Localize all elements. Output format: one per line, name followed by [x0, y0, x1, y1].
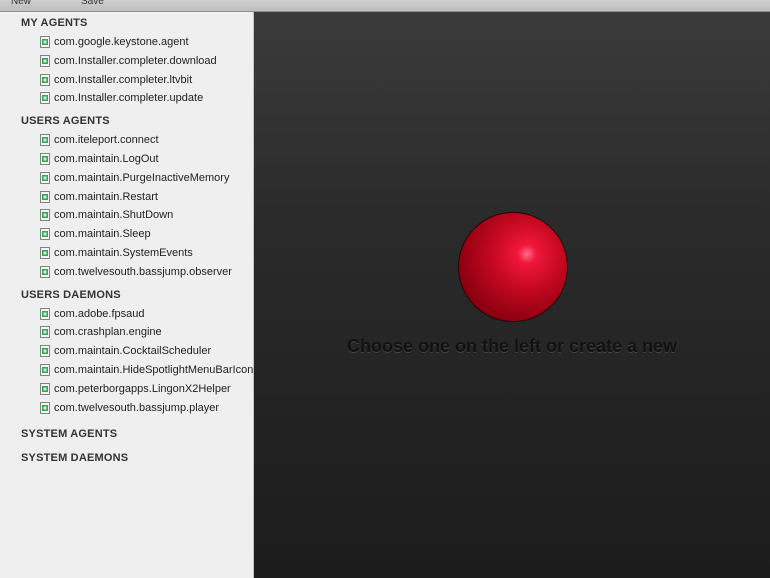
- list-item[interactable]: com.Installer.completer.download: [0, 52, 253, 71]
- plist-file-icon: [40, 345, 50, 358]
- item-label: com.maintain.PurgeInactiveMemory: [54, 171, 230, 184]
- item-label: com.Installer.completer.download: [54, 54, 217, 67]
- item-label: com.maintain.CocktailScheduler: [54, 345, 212, 358]
- plist-file-icon: [40, 382, 50, 395]
- list-item[interactable]: com.Installer.completer.update: [0, 89, 253, 108]
- item-label: com.adobe.fpsaud: [54, 307, 145, 320]
- section-users-daemons: USERS DAEMONS com.adobe.fpsaud com.crash…: [0, 289, 253, 418]
- list-item[interactable]: com.twelvesouth.bassjump.player: [0, 399, 253, 418]
- list-item[interactable]: com.maintain.ShutDown: [0, 206, 253, 225]
- plist-file-icon: [40, 401, 50, 414]
- main-panel: Choose one on the left or create a new: [254, 12, 770, 578]
- item-label: com.maintain.ShutDown: [54, 209, 174, 222]
- item-label: com.iteleport.connect: [54, 134, 159, 147]
- list-item[interactable]: com.maintain.LogOut: [0, 150, 253, 169]
- plist-file-icon: [40, 36, 50, 48]
- plist-file-icon: [40, 265, 50, 278]
- red-sphere-icon: [459, 213, 567, 321]
- section-title: MY AGENTS: [21, 17, 88, 29]
- plist-file-icon: [40, 73, 50, 86]
- plist-file-icon: [40, 307, 50, 320]
- section-users-agents: USERS AGENTS com.iteleport.connect com.m…: [0, 115, 253, 281]
- section-title: USERS AGENTS: [21, 115, 110, 128]
- plist-file-icon: [40, 54, 50, 67]
- item-label: com.maintain.HideSpotlightMenuBarIcon: [54, 363, 254, 376]
- list-item[interactable]: com.maintain.Sleep: [0, 225, 253, 244]
- item-label: com.crashplan.engine: [54, 326, 162, 339]
- plist-file-icon: [40, 152, 50, 165]
- plist-file-icon: [40, 326, 50, 339]
- item-label: com.maintain.Restart: [54, 190, 158, 203]
- list-item[interactable]: com.crashplan.engine: [0, 323, 253, 342]
- plist-file-icon: [40, 363, 50, 376]
- item-label: com.twelvesouth.bassjump.player: [54, 401, 220, 414]
- item-label: com.peterborgapps.LingonX2Helper: [54, 382, 231, 395]
- list-item[interactable]: com.maintain.Restart: [0, 188, 253, 207]
- section-title: USERS DAEMONS: [21, 288, 121, 301]
- section-my-agents: MY AGENTS com.google.keystone.agent com.…: [0, 17, 253, 108]
- list-item[interactable]: com.maintain.SystemEvents: [0, 244, 253, 263]
- item-label: com.maintain.Sleep: [54, 228, 151, 241]
- section-title: SYSTEM DAEMONS: [21, 452, 129, 465]
- item-label: com.google.keystone.agent: [54, 36, 189, 48]
- plist-file-icon: [40, 209, 50, 222]
- plist-file-icon: [40, 246, 50, 259]
- plist-file-icon: [40, 190, 50, 203]
- item-label: com.twelvesouth.bassjump.observer: [54, 265, 232, 278]
- save-button[interactable]: Save: [81, 0, 104, 8]
- list-item[interactable]: com.iteleport.connect: [0, 131, 253, 150]
- sidebar: MY AGENTS com.google.keystone.agent com.…: [0, 12, 254, 578]
- plist-file-icon: [40, 92, 50, 105]
- item-label: com.Installer.completer.ltvbit: [54, 73, 193, 86]
- section-title: SYSTEM AGENTS: [21, 428, 118, 441]
- section-system-daemons[interactable]: SYSTEM DAEMONS: [0, 452, 253, 464]
- list-item[interactable]: com.maintain.PurgeInactiveMemory: [0, 169, 253, 188]
- section-system-agents[interactable]: SYSTEM AGENTS: [0, 428, 253, 440]
- item-label: com.maintain.LogOut: [54, 152, 159, 165]
- toolbar: New Save: [0, 0, 770, 12]
- item-label: com.maintain.SystemEvents: [54, 246, 193, 259]
- list-item[interactable]: com.maintain.HideSpotlightMenuBarIcon: [0, 361, 253, 380]
- plist-file-icon: [40, 171, 50, 184]
- list-item[interactable]: com.adobe.fpsaud: [0, 305, 253, 324]
- list-item[interactable]: com.maintain.CocktailScheduler: [0, 342, 253, 361]
- list-item[interactable]: com.Installer.completer.ltvbit: [0, 71, 253, 90]
- empty-state-message: Choose one on the left or create a new: [346, 336, 678, 356]
- new-button[interactable]: New: [11, 0, 31, 8]
- list-item[interactable]: com.google.keystone.agent: [0, 33, 253, 52]
- item-label: com.Installer.completer.update: [54, 92, 204, 105]
- list-item[interactable]: com.peterborgapps.LingonX2Helper: [0, 380, 253, 399]
- list-item[interactable]: com.twelvesouth.bassjump.observer: [0, 263, 253, 282]
- plist-file-icon: [40, 134, 50, 147]
- plist-file-icon: [40, 228, 50, 241]
